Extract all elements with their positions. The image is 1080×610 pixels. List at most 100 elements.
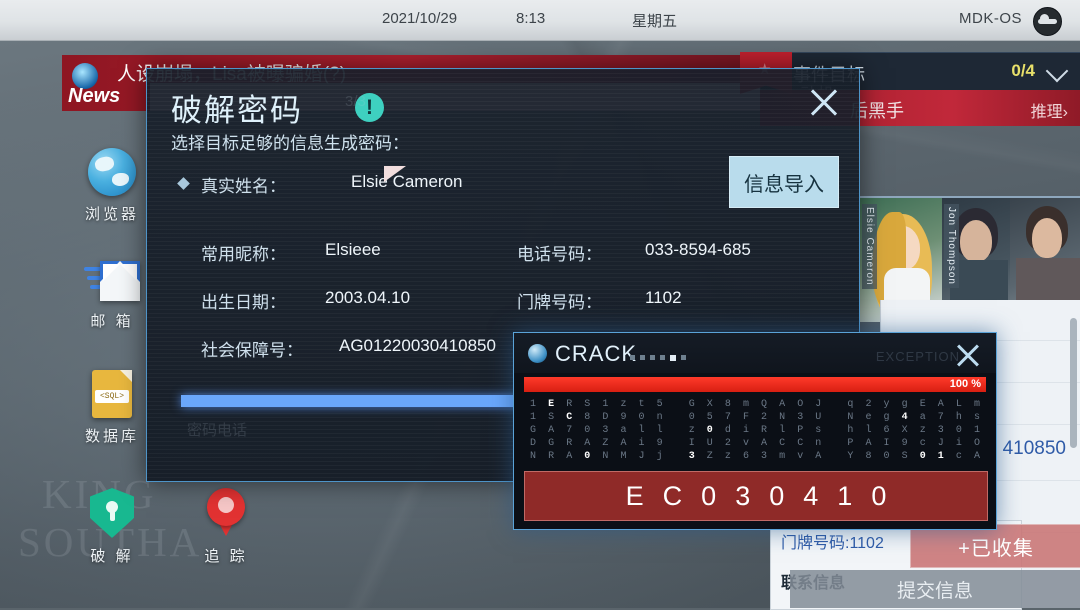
status-time: 8:13 (516, 10, 546, 27)
cipher-char: n (656, 412, 663, 423)
cipher-char: O (973, 438, 980, 449)
close-icon[interactable] (807, 85, 841, 119)
cipher-char: 0 (706, 425, 713, 436)
cipher-char: L (955, 399, 962, 410)
dialog-title: 破解密码 (171, 93, 303, 128)
cipher-char: 0 (638, 412, 645, 423)
cipher-char: E (548, 399, 555, 410)
character-name: Elsie Cameron (862, 204, 877, 289)
cipher-char: m (742, 399, 749, 410)
cipher-char: A (566, 451, 573, 462)
sql-badge: <SQL> (95, 390, 129, 403)
shield-lock-icon (90, 488, 134, 538)
cipher-char: N (779, 412, 786, 423)
field-label: 社会保障号： (201, 341, 303, 360)
cipher-char: I (883, 438, 890, 449)
character-name: Jon Thompson (944, 204, 959, 288)
loading-dot (640, 355, 645, 360)
cipher-char: J (638, 451, 645, 462)
cipher-char: D (602, 412, 609, 423)
desktop-icon-label: 追 踪 (204, 548, 248, 565)
cipher-char: s (973, 412, 980, 423)
cipher-char: i (955, 438, 962, 449)
cipher-char: h (847, 425, 854, 436)
cipher-char: N (602, 451, 609, 462)
status-os-name: MDK-OS (959, 10, 1022, 27)
cipher-char: O (797, 399, 804, 410)
cipher-char: a (919, 412, 926, 423)
cipher-char: Z (602, 438, 609, 449)
cipher-block: q2ygEALmNeg4a7hshl6Xz301PAI9cJiOY80S01cA (841, 399, 986, 463)
desktop-icon-track[interactable]: 追 踪 (178, 488, 274, 566)
cipher-char: P (797, 425, 804, 436)
cipher-char: A (815, 451, 822, 462)
collect-button[interactable]: +已收集 (910, 524, 1080, 568)
cipher-char: 3 (761, 451, 768, 462)
selected-diamond-icon (177, 177, 190, 190)
status-weekday: 星期五 (632, 13, 678, 30)
cipher-char: i (742, 425, 749, 436)
cipher-char: l (779, 425, 786, 436)
submit-info-button[interactable]: 提交信息 (790, 570, 1080, 608)
cipher-char: 7 (937, 412, 944, 423)
desktop-icon-crack[interactable]: 破 解 (64, 488, 160, 566)
cipher-char: l (638, 425, 645, 436)
field-value: Elsie Cameron (351, 172, 463, 191)
cipher-char: R (566, 399, 573, 410)
cipher-char: 9 (656, 438, 663, 449)
objective-strip-action[interactable]: 推理› (1031, 98, 1068, 122)
cipher-char: I (688, 438, 695, 449)
os-logo-icon (1033, 7, 1062, 36)
cipher-char: 7 (724, 412, 731, 423)
cipher-char: d (724, 425, 731, 436)
cipher-char: D (530, 438, 537, 449)
cipher-char: z (620, 399, 627, 410)
crack-progress-label: 100 % (949, 378, 981, 390)
desktop-icon-label: 破 解 (90, 548, 134, 565)
field-value: 033-8594-685 (645, 240, 751, 259)
cipher-char: A (865, 438, 872, 449)
chevron-down-icon[interactable] (1045, 59, 1069, 83)
loading-dot (630, 355, 635, 360)
cipher-char: 1 (937, 451, 944, 462)
cipher-char: E (919, 399, 926, 410)
cipher-char: 2 (865, 399, 872, 410)
sql-file-icon: <SQL> (92, 370, 132, 418)
cipher-char: j (656, 451, 663, 462)
cipher-char: 3 (688, 451, 695, 462)
password-char: 4 (803, 480, 819, 511)
cipher-char: P (847, 438, 854, 449)
ghost-label: 密码电话 (187, 422, 248, 439)
cipher-char: A (937, 399, 944, 410)
cipher-char: 3 (937, 425, 944, 436)
close-icon[interactable] (954, 341, 982, 369)
import-info-button[interactable]: 信息导入 (729, 156, 839, 208)
status-date: 2021/10/29 (382, 10, 458, 27)
cipher-char: J (937, 438, 944, 449)
cipher-char: v (797, 451, 804, 462)
panel-scrollbar[interactable] (1070, 318, 1077, 448)
cipher-char: C (779, 438, 786, 449)
cipher-char: a (620, 425, 627, 436)
password-result-bar: EC030410 (524, 471, 988, 521)
cipher-char: 9 (901, 438, 908, 449)
field-value: 2003.04.10 (325, 288, 411, 307)
password-char: C (662, 480, 683, 511)
field-label: 真实姓名： (201, 177, 286, 196)
cipher-char: Q (761, 399, 768, 410)
cipher-char: R (761, 425, 768, 436)
cipher-char: A (584, 438, 591, 449)
cipher-char: X (706, 399, 713, 410)
cipher-char: Z (706, 451, 713, 462)
loading-dot (650, 355, 655, 360)
cipher-char: z (724, 451, 731, 462)
map-pin-icon (207, 488, 245, 538)
background-house-number: 门牌号码:1102 (781, 535, 884, 552)
cipher-char: z (688, 425, 695, 436)
field-row-nickname[interactable]: 常用昵称： Elsieee 电话号码： 033-8594-685 (147, 229, 859, 273)
field-row-birthdate[interactable]: 出生日期： 2003.04.10 门牌号码： 1102 (147, 277, 859, 321)
field-value: Elsieee (325, 240, 381, 259)
cipher-char: A (761, 438, 768, 449)
cipher-char: 0 (919, 451, 926, 462)
field-label: 电话号码： (517, 245, 602, 264)
